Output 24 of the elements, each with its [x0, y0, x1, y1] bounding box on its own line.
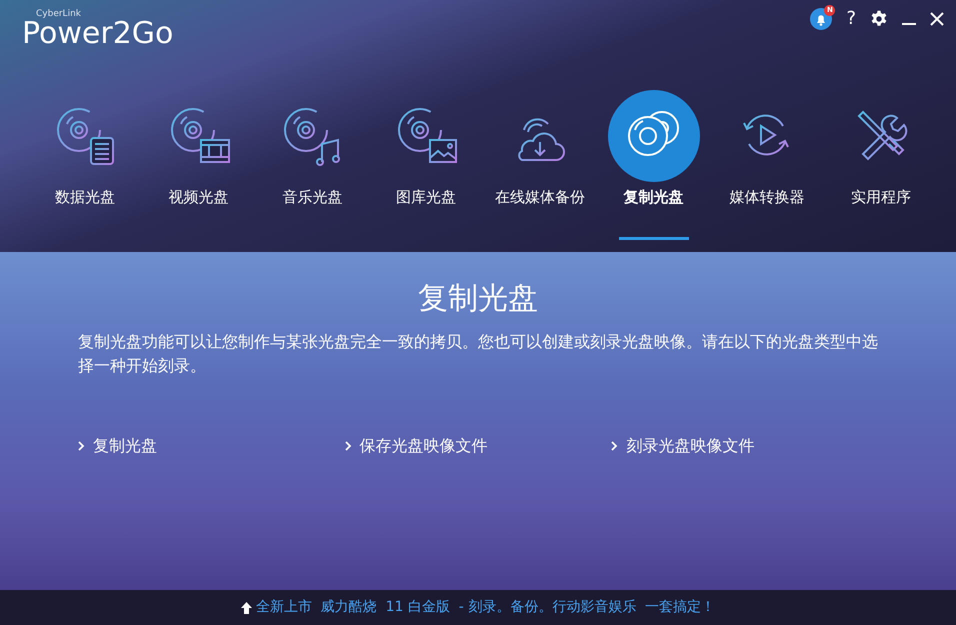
page-heading: 复制光盘 [418, 280, 538, 318]
app-title: Power2Go [22, 19, 174, 49]
nav-tab[interactable]: 数据光盘 [30, 90, 140, 240]
chevron-icon [344, 440, 352, 450]
settings-icon[interactable] [870, 10, 888, 28]
nav-tab[interactable]: 实用程序 [826, 90, 936, 240]
nav-tab[interactable]: 在线媒体备份 [484, 90, 595, 240]
up-arrow-icon [240, 602, 252, 614]
nav-tab[interactable]: 视频光盘 [144, 90, 254, 240]
selected-tab-underline [618, 237, 689, 240]
notification-bell-icon[interactable] [810, 8, 832, 30]
chevron-icon [78, 440, 85, 450]
nav-tab[interactable]: 图库光盘 [371, 90, 482, 240]
action-link[interactable]: 复制光盘 [93, 434, 157, 458]
chevron-icon [611, 440, 618, 450]
brand-label: CyberLink [36, 10, 82, 19]
action-link[interactable]: 保存光盘映像文件 [360, 434, 488, 458]
nav-tab[interactable]: 媒体转换器 [712, 90, 822, 240]
description-text: 复制光盘功能可以让您制作与某张光盘完全一致的拷贝。您也可以创建或刻录光盘映像。请在以下的光盘类型中选择一种开始刻录。 [78, 330, 878, 376]
help-button[interactable]: ? [846, 10, 856, 28]
action-link[interactable]: 刻录光盘映像文件 [626, 434, 754, 458]
nav-tab[interactable]: 音乐光盘 [257, 90, 368, 240]
close-icon[interactable] [930, 12, 944, 26]
promo-link[interactable]: 全新上市 威力酷烧 11 白金版 - 刻录。备份。行动影音娱乐 一套搞定！ [256, 597, 716, 618]
